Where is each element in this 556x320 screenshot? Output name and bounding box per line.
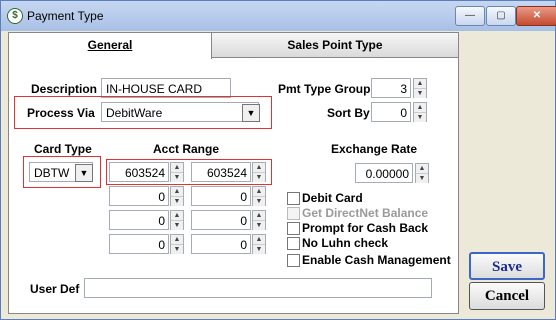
exchange-rate-spinner[interactable]: ▲ ▼ — [415, 163, 429, 183]
acct-range-to-3[interactable]: 0 — [191, 210, 251, 230]
acct-range-from-1[interactable]: 603524 — [109, 162, 169, 182]
minimize-button[interactable]: — — [455, 6, 485, 26]
acct-range-label: Acct Range — [153, 142, 220, 156]
enable-cash-management-checkbox[interactable] — [287, 254, 300, 267]
process-via-label: Process Via — [27, 106, 95, 120]
close-button[interactable]: ✕ — [516, 6, 556, 26]
sort-by-spinner[interactable]: ▲ ▼ — [413, 102, 427, 122]
tab-sales-point-type[interactable]: Sales Point Type — [211, 32, 459, 58]
card-type-label: Card Type — [34, 142, 92, 156]
acct-range-from-3-spinner[interactable]: ▲ ▼ — [170, 210, 184, 230]
acct-range-from-4[interactable]: 0 — [109, 234, 169, 254]
maximize-button[interactable]: ▢ — [486, 6, 516, 26]
description-field[interactable]: IN-HOUSE CARD — [101, 78, 231, 98]
user-def-field[interactable] — [84, 278, 432, 298]
description-label: Description — [31, 82, 98, 96]
window-title: Payment Type — [27, 9, 104, 23]
acct-range-to-4[interactable]: 0 — [191, 234, 251, 254]
title-bar[interactable]: $ Payment Type — ▢ ✕ — [1, 1, 556, 31]
pmt-type-group-label: Pmt Type Group — [278, 82, 371, 96]
no-luhn-check-label: No Luhn check — [302, 236, 389, 250]
chevron-down-icon[interactable]: ▼ — [75, 164, 93, 182]
debit-card-checkbox[interactable] — [287, 192, 300, 205]
no-luhn-check-checkbox[interactable] — [287, 237, 300, 250]
prompt-cash-back-label: Prompt for Cash Back — [302, 221, 429, 235]
app-icon: $ — [7, 8, 23, 24]
exchange-rate-field[interactable]: 0.00000 — [355, 163, 413, 183]
acct-range-from-2[interactable]: 0 — [109, 186, 169, 206]
acct-range-to-2-spinner[interactable]: ▲ ▼ — [252, 186, 266, 206]
acct-range-from-1-spinner[interactable]: ▲ ▼ — [170, 162, 184, 182]
sort-by-field[interactable]: 0 — [371, 102, 411, 122]
chevron-down-icon[interactable]: ▼ — [242, 104, 260, 122]
cancel-button[interactable]: Cancel — [469, 282, 545, 310]
acct-range-from-3[interactable]: 0 — [109, 210, 169, 230]
save-button[interactable]: Save — [469, 252, 545, 280]
acct-range-from-2-spinner[interactable]: ▲ ▼ — [170, 186, 184, 206]
acct-range-to-1-spinner[interactable]: ▲ ▼ — [252, 162, 266, 182]
exchange-rate-label: Exchange Rate — [331, 142, 418, 156]
enable-cash-management-label: Enable Cash Management — [302, 253, 451, 267]
get-directnet-balance-checkbox[interactable] — [287, 207, 300, 220]
user-def-label: User Def — [30, 282, 80, 296]
debit-card-label: Debit Card — [302, 191, 363, 205]
general-panel: Description IN-HOUSE CARD Process Via De… — [8, 57, 459, 314]
tab-general[interactable]: General — [8, 32, 212, 59]
acct-range-from-4-spinner[interactable]: ▲ ▼ — [170, 234, 184, 254]
prompt-cash-back-checkbox[interactable] — [287, 222, 300, 235]
acct-range-to-4-spinner[interactable]: ▲ ▼ — [252, 234, 266, 254]
acct-range-to-3-spinner[interactable]: ▲ ▼ — [252, 210, 266, 230]
process-via-select[interactable]: DebitWare — [101, 102, 259, 122]
acct-range-to-2[interactable]: 0 — [191, 186, 251, 206]
payment-type-window: $ Payment Type — ▢ ✕ General Sales Point… — [0, 0, 556, 320]
get-directnet-balance-label: Get DirectNet Balance — [302, 206, 429, 220]
acct-range-to-1[interactable]: 603524 — [191, 162, 251, 182]
pmt-type-group-field[interactable]: 3 — [371, 78, 411, 98]
pmt-type-group-spinner[interactable]: ▲ ▼ — [413, 78, 427, 98]
sort-by-label: Sort By — [327, 106, 370, 120]
